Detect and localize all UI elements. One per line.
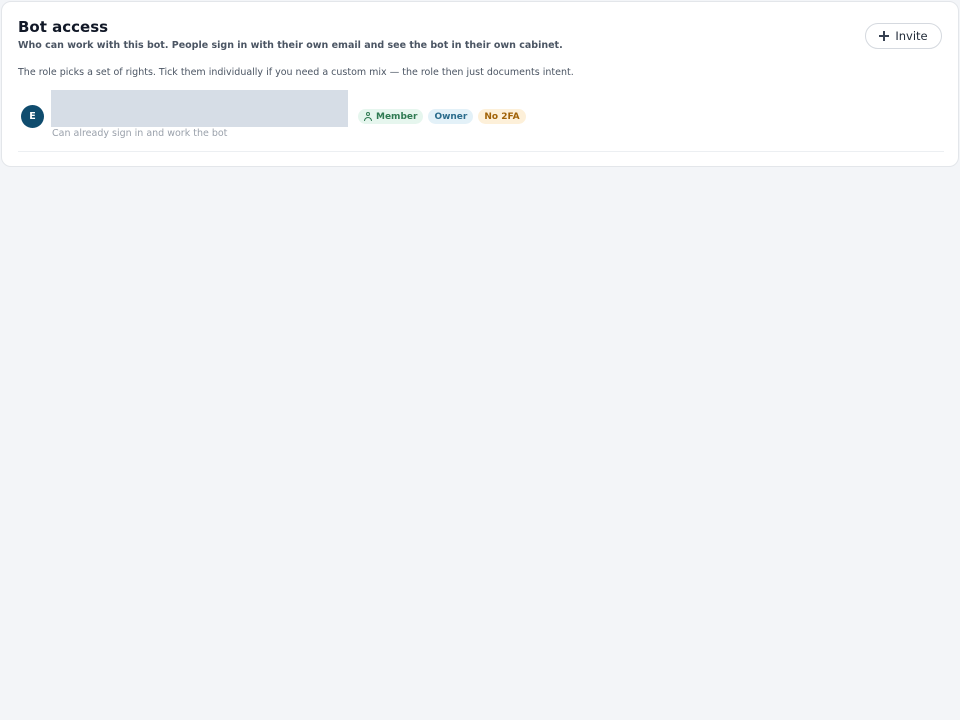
role-badge-member-label: Member — [376, 111, 418, 122]
page-subtitle: Who can work with this bot. People sign … — [18, 40, 563, 51]
member-status: Can already sign in and work the bot — [52, 128, 228, 139]
role-badge-member: Member — [358, 109, 424, 124]
no-2fa-badge: No 2FA — [478, 109, 526, 124]
avatar-letter: E — [29, 111, 36, 122]
role-note: The role picks a set of rights. Tick the… — [18, 67, 574, 78]
avatar: E — [21, 105, 44, 128]
member-name-redacted — [51, 90, 348, 127]
invite-button-label: Invite — [895, 29, 928, 43]
member-badges: Member Owner No 2FA — [358, 109, 526, 124]
invite-button[interactable]: Invite — [865, 23, 942, 49]
plus-icon — [879, 31, 890, 41]
role-badge-owner-label: Owner — [434, 111, 468, 122]
role-badge-owner: Owner — [428, 109, 474, 124]
member-row[interactable]: E Member Owner No 2FA Can already sign i… — [18, 88, 944, 152]
person-icon — [364, 112, 373, 121]
page-title: Bot access — [18, 18, 109, 36]
bot-access-card: Bot access Who can work with this bot. P… — [1, 1, 959, 167]
no-2fa-badge-label: No 2FA — [484, 111, 520, 122]
